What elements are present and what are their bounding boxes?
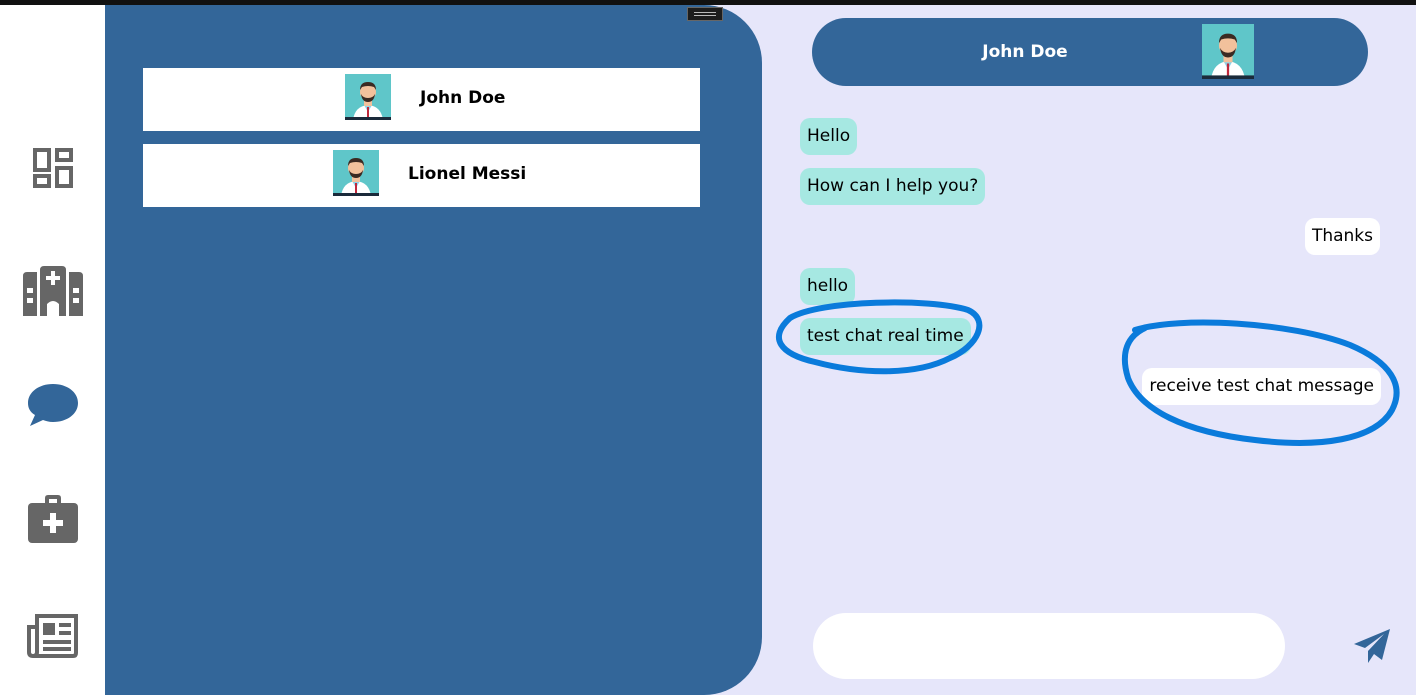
send-icon	[1354, 629, 1390, 663]
chat-icon	[27, 384, 78, 426]
send-button[interactable]	[1352, 627, 1392, 665]
nav-news[interactable]	[0, 596, 105, 676]
message-received: test chat real time	[800, 318, 971, 355]
window-grip-handle[interactable]	[687, 7, 723, 21]
nav-rail	[0, 5, 105, 695]
nav-chat[interactable]	[0, 365, 105, 445]
message-received: hello	[800, 268, 856, 305]
chat-contact-name: John Doe	[982, 42, 1068, 62]
contact-name: John Doe	[420, 88, 506, 108]
hospital-icon	[22, 266, 83, 316]
contact-name: Lionel Messi	[408, 164, 527, 184]
contacts-panel: John Doe Lionel Messi	[105, 5, 762, 695]
message-received: How can I help you?	[800, 168, 986, 205]
message-input[interactable]	[813, 613, 1285, 679]
nav-dashboard[interactable]	[0, 128, 105, 208]
message-sent: receive test chat message	[1142, 368, 1381, 405]
newspaper-icon	[26, 614, 78, 658]
medical-kit-icon	[27, 495, 78, 543]
contact-item[interactable]: Lionel Messi	[143, 144, 700, 207]
message-received: Hello	[800, 118, 858, 155]
doctor-avatar-icon	[333, 150, 379, 196]
doctor-avatar-icon	[345, 74, 391, 120]
contact-item[interactable]: John Doe	[143, 68, 700, 131]
message-sent: Thanks	[1304, 218, 1380, 255]
nav-hospital[interactable]	[0, 250, 105, 330]
nav-medical[interactable]	[0, 479, 105, 559]
dashboard-icon	[32, 148, 73, 188]
chat-header: John Doe	[812, 18, 1368, 86]
doctor-avatar-icon	[1202, 24, 1254, 79]
